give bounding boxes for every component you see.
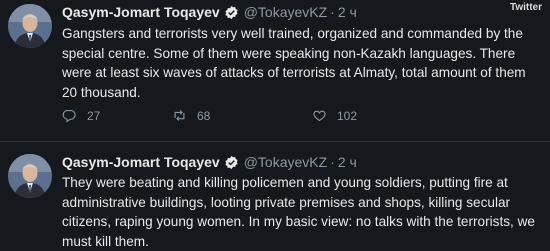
reply-button[interactable]: 27: [62, 108, 100, 123]
retweet-count: 68: [197, 108, 211, 123]
author-name[interactable]: Qasym-Jomart Toqayev: [62, 154, 220, 170]
heart-icon: [313, 110, 326, 122]
tweet[interactable]: Qasym-Jomart Toqayev @TokayevKZ · 2 ч Th…: [0, 142, 550, 249]
tweet-header: Qasym-Jomart Toqayev @TokayevKZ · 2 ч: [62, 154, 357, 170]
like-button[interactable]: 102: [312, 108, 357, 123]
verified-badge-icon: [224, 5, 239, 20]
author-handle[interactable]: @TokayevKZ: [244, 154, 327, 170]
tweet-text: Gangsters and terrorists very well train…: [62, 26, 526, 100]
avatar[interactable]: [8, 4, 52, 48]
verified-badge-icon: [224, 155, 239, 170]
tweet[interactable]: Qasym-Jomart Toqayev @TokayevKZ · 2 ч Ga…: [0, 0, 550, 142]
avatar-portrait-icon: [8, 154, 52, 198]
separator-dot: ·: [330, 4, 335, 20]
reply-icon: [62, 109, 76, 123]
tweet-header: Qasym-Jomart Toqayev @TokayevKZ · 2 ч: [62, 4, 357, 20]
author-name[interactable]: Qasym-Jomart Toqayev: [62, 4, 220, 20]
timestamp[interactable]: 2 ч: [338, 4, 357, 20]
tweet-text: They were beating and killing policemen …: [62, 175, 535, 249]
avatar[interactable]: [8, 154, 52, 198]
retweet-icon: [174, 110, 185, 121]
separator-dot: ·: [330, 154, 335, 170]
timestamp[interactable]: 2 ч: [338, 154, 357, 170]
retweet-button[interactable]: 68: [172, 108, 210, 123]
avatar-portrait-icon: [8, 4, 52, 48]
author-handle[interactable]: @TokayevKZ: [244, 4, 327, 20]
reply-count: 27: [87, 108, 101, 123]
like-count: 102: [337, 108, 358, 123]
